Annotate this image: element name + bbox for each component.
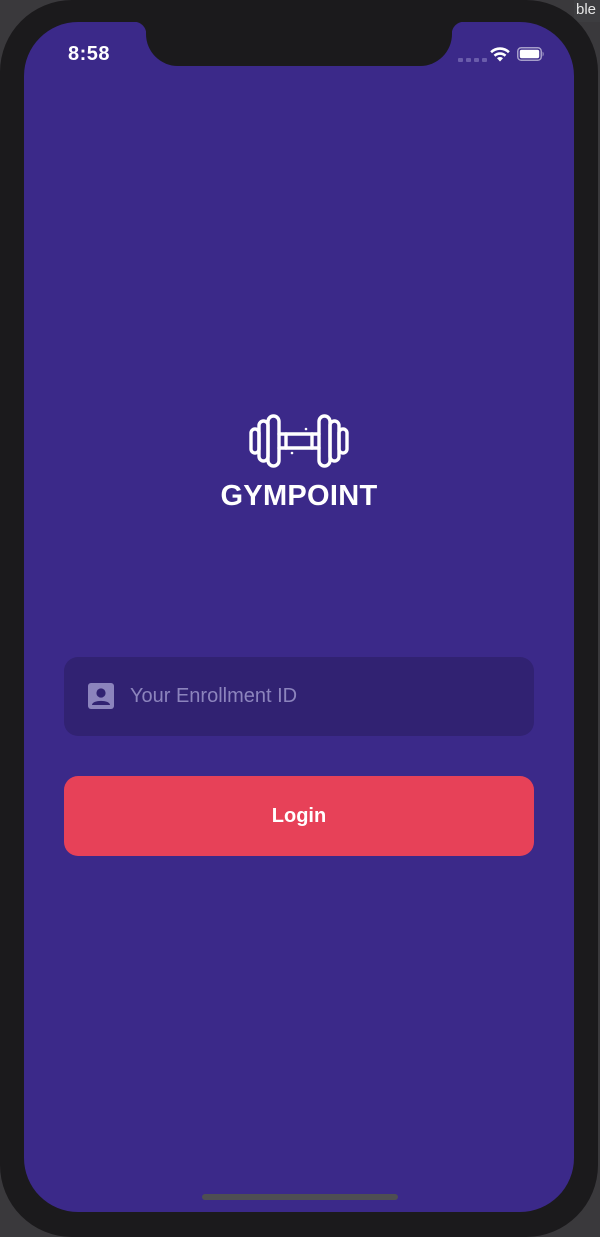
wifi-icon <box>490 47 510 62</box>
login-button[interactable]: Login <box>64 776 534 856</box>
phone-notch <box>134 22 464 66</box>
cellular-signal-icon <box>458 58 487 62</box>
phone-frame: 8:58 GYMPOINT Your Enrollment ID Login <box>0 0 598 1237</box>
background-window-edge: ble <box>574 0 600 22</box>
enrollment-id-input[interactable] <box>130 657 520 736</box>
app-screen: 8:58 GYMPOINT Your Enrollment ID Login <box>24 22 574 1212</box>
account-box-icon <box>88 683 114 709</box>
dumbbell-icon <box>249 414 349 468</box>
status-time: 8:58 <box>68 43 111 65</box>
battery-icon <box>517 47 544 61</box>
app-brand-title: GYMPOINT <box>220 480 378 512</box>
background-window-text: ble <box>576 1 597 18</box>
enrollment-id-field[interactable] <box>64 657 534 736</box>
home-indicator[interactable] <box>202 1194 398 1200</box>
